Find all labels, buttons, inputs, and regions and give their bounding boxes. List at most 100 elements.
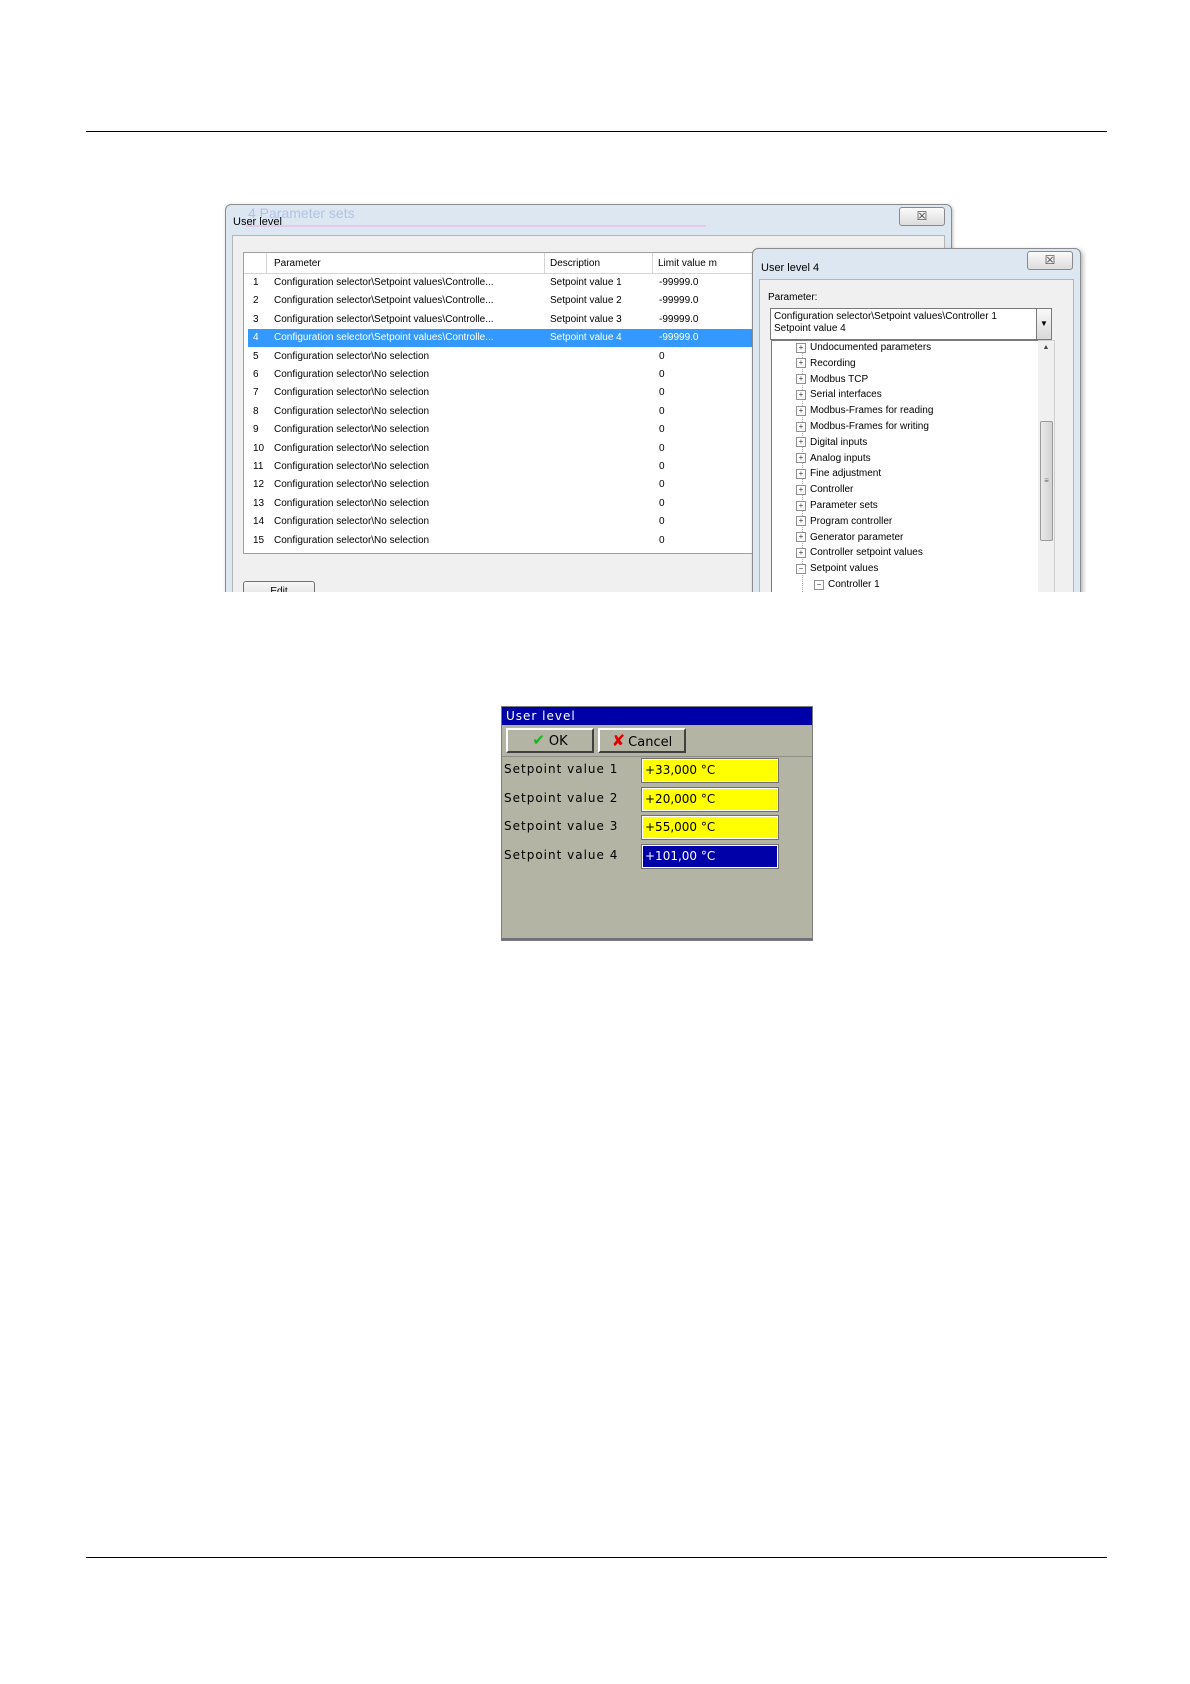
tree-child-item[interactable]: − Controller 1: [814, 579, 880, 592]
tree-item-label: Controller 1: [828, 579, 880, 590]
edit-button[interactable]: Edit: [243, 581, 315, 592]
footer-rule: [86, 1557, 1107, 1558]
row-number: 13: [253, 497, 265, 509]
expand-toggle-icon[interactable]: +: [796, 389, 806, 400]
row-description: Setpoint value 4: [550, 332, 622, 344]
parameter-combobox[interactable]: Configuration selector\Setpoint values\C…: [770, 308, 1052, 340]
combobox-value-line2: Setpoint value 4: [774, 323, 846, 334]
tree-item-label: Parameter sets: [810, 500, 878, 511]
tree-item-label: Controller: [810, 484, 854, 496]
tree-item[interactable]: + Digital inputs: [796, 437, 867, 451]
setpoint-label: Setpoint value 2: [504, 790, 619, 805]
close-button[interactable]: ☒: [899, 207, 945, 226]
row-limit-value: 0: [659, 424, 665, 436]
tree-scrollbar[interactable]: ▲ ≡: [1038, 340, 1055, 592]
tree-item[interactable]: + Analog inputs: [796, 453, 871, 467]
row-parameter: Configuration selector\No selection: [274, 350, 430, 362]
column-separator: [266, 253, 267, 273]
cancel-button[interactable]: ✘ Cancel: [598, 728, 686, 753]
tree-item-label: Fine adjustment: [810, 468, 882, 480]
tree-item[interactable]: + Controller setpoint values: [796, 547, 923, 561]
column-header-description[interactable]: Description: [550, 258, 600, 269]
dropdown-arrow-icon[interactable]: ▼: [1036, 309, 1051, 339]
window-title: User level: [233, 216, 282, 228]
expand-toggle-icon[interactable]: +: [796, 547, 806, 558]
tree-item[interactable]: + Modbus-Frames for writing: [796, 421, 929, 435]
combobox-value-line1: Configuration selector\Setpoint values\C…: [774, 311, 997, 322]
row-limit-value: 0: [659, 516, 665, 528]
row-parameter: Configuration selector\No selection: [274, 497, 430, 509]
expand-toggle-icon[interactable]: +: [796, 342, 806, 353]
ok-label: OK: [548, 734, 568, 749]
expand-toggle-icon[interactable]: +: [796, 500, 806, 511]
tree-item[interactable]: + Program controller: [796, 516, 892, 530]
row-parameter: Configuration selector\No selection: [274, 387, 430, 399]
row-parameter: Configuration selector\Setpoint values\C…: [274, 313, 494, 325]
tree-item[interactable]: + Modbus-Frames for reading: [796, 405, 933, 419]
tree-item-label: Setpoint values: [810, 563, 879, 575]
row-limit-value: 0: [659, 442, 665, 454]
expand-toggle-icon[interactable]: +: [796, 468, 806, 479]
row-parameter: Configuration selector\No selection: [274, 424, 430, 436]
row-limit-value: -99999.0: [659, 295, 699, 307]
setpoint-value-field[interactable]: +101,00 °C: [641, 843, 779, 869]
expand-toggle-icon[interactable]: +: [796, 484, 806, 495]
tree-item-label: Undocumented parameters: [810, 342, 932, 353]
tree-item[interactable]: + Undocumented parameters: [796, 342, 931, 356]
row-limit-value: -99999.0: [659, 332, 699, 344]
column-header-limit[interactable]: Limit value m: [658, 258, 717, 269]
row-limit-value: 0: [659, 387, 665, 399]
user-level-4-window: User level 4 ☒ Parameter: Configuration …: [752, 248, 1081, 592]
expand-toggle-icon[interactable]: +: [796, 421, 806, 432]
setpoint-label: Setpoint value 3: [504, 819, 619, 833]
user-level-titlebar[interactable]: 4 Parameter sets User level ☒: [226, 205, 951, 233]
tree-item[interactable]: + Modbus TCP: [796, 374, 868, 388]
row-parameter: Configuration selector\No selection: [274, 516, 430, 528]
expand-toggle-icon[interactable]: +: [796, 516, 806, 527]
expand-toggle-icon[interactable]: −: [814, 579, 824, 590]
dialog-title: User level: [502, 707, 812, 725]
tree-item[interactable]: + Generator parameter: [796, 532, 903, 546]
tree-item-label: Analog inputs: [810, 452, 871, 464]
ok-button[interactable]: ✔ OK: [506, 728, 594, 753]
close-button[interactable]: ☒: [1027, 251, 1073, 270]
tree-item-label: Recording: [810, 357, 856, 369]
row-limit-value: 0: [659, 405, 665, 417]
tree-item[interactable]: + Serial interfaces: [796, 389, 882, 403]
parameter-tree[interactable]: + Undocumented parameters + Recording + Modbu…: [771, 340, 1041, 592]
tree-item-label: Modbus TCP: [810, 373, 869, 385]
expand-toggle-icon[interactable]: +: [796, 374, 806, 385]
expand-toggle-icon[interactable]: +: [796, 453, 806, 464]
scroll-up-icon[interactable]: ▲: [1038, 341, 1054, 355]
header-rule: [86, 131, 1107, 132]
cross-icon: ✘: [611, 731, 626, 750]
tree-item[interactable]: + Controller: [796, 484, 853, 498]
tree-item[interactable]: + Parameter sets: [796, 500, 878, 514]
row-number: 12: [253, 479, 265, 491]
setpoint-value-field[interactable]: +33,000 °C: [641, 758, 779, 783]
tree-item-label: Digital inputs: [810, 436, 868, 448]
setup-program-screenshot: 4 Parameter sets User level ☒ Parameter …: [212, 192, 1092, 592]
expand-toggle-icon[interactable]: +: [796, 358, 806, 369]
expand-toggle-icon[interactable]: +: [796, 405, 806, 416]
row-description: Setpoint value 2: [550, 295, 622, 307]
user-level-4-client-area: Parameter: Configuration selector\Setpoi…: [759, 279, 1074, 592]
scroll-thumb[interactable]: ≡: [1040, 421, 1053, 541]
expand-toggle-icon[interactable]: +: [796, 532, 806, 543]
column-separator: [544, 253, 545, 273]
tree-item[interactable]: + Recording: [796, 358, 856, 372]
setpoint-value-field[interactable]: +20,000 °C: [641, 786, 779, 812]
column-header-parameter[interactable]: Parameter: [274, 258, 321, 269]
row-number: 11: [253, 461, 264, 472]
tree-item[interactable]: − Setpoint values: [796, 563, 878, 577]
row-parameter: Configuration selector\No selection: [274, 534, 430, 546]
row-number: 5: [253, 350, 259, 362]
expand-toggle-icon[interactable]: +: [796, 437, 806, 448]
tree-item[interactable]: + Fine adjustment: [796, 468, 881, 482]
expand-toggle-icon[interactable]: −: [796, 563, 806, 574]
row-description: Setpoint value 1: [550, 277, 622, 288]
row-limit-value: 0: [659, 461, 665, 472]
row-number: 3: [253, 313, 259, 325]
setpoint-value-field[interactable]: +55,000 °C: [641, 815, 779, 840]
row-parameter: Configuration selector\Setpoint values\C…: [274, 277, 494, 288]
